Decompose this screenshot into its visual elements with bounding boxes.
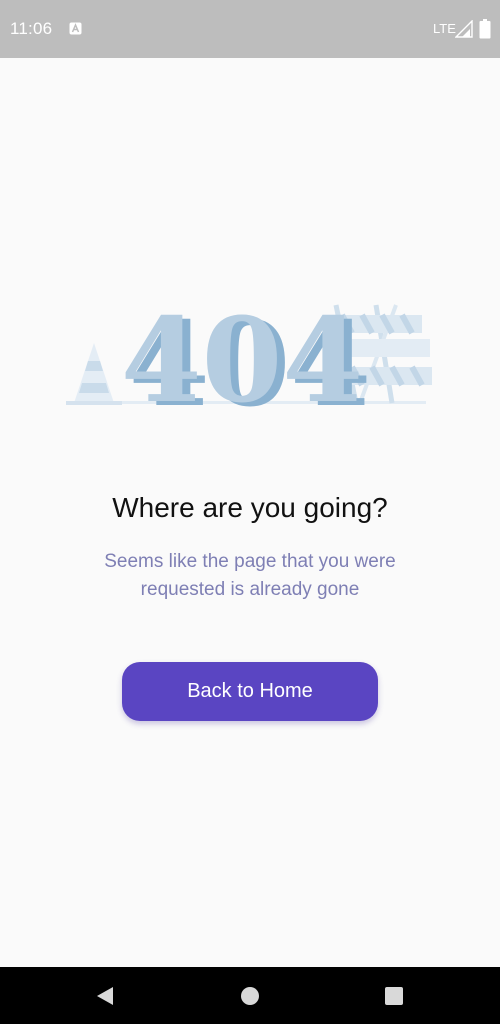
- screen: 11:06 LTE 404 404 Where are you going? S…: [0, 0, 500, 1024]
- back-icon: [97, 987, 113, 1005]
- error-message-line-1: Seems like the page that you were: [104, 551, 396, 572]
- home-icon: [241, 987, 259, 1005]
- recent-apps-icon: [385, 987, 403, 1005]
- navigation-bar: [0, 967, 500, 1024]
- signal-icon: [455, 20, 473, 38]
- nav-back-button[interactable]: [93, 984, 117, 1008]
- error-message: Seems like the page that you were reques…: [60, 548, 440, 604]
- status-bar: 11:06 LTE: [0, 0, 500, 58]
- status-time: 11:06: [10, 19, 53, 38]
- nav-recent-apps-button[interactable]: [382, 984, 406, 1008]
- back-to-home-button[interactable]: Back to Home: [122, 662, 378, 721]
- nav-home-button[interactable]: [238, 984, 262, 1008]
- battery-icon: [479, 19, 491, 39]
- app-notification-icon: [69, 22, 82, 35]
- 404-text: 404: [121, 295, 363, 415]
- traffic-cone-icon: [66, 343, 122, 405]
- error-message-line-2: requested is already gone: [140, 579, 360, 600]
- page-heading: Where are you going?: [112, 492, 388, 523]
- 404-illustration: 404 404: [66, 295, 432, 415]
- network-type-label: LTE: [433, 21, 456, 36]
